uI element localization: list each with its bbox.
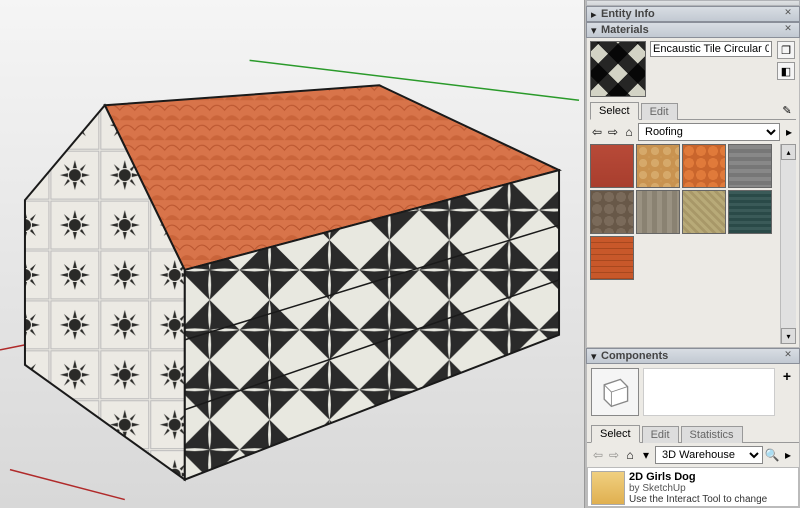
scroll-track[interactable] [781, 160, 796, 328]
sidebar: ▸ Entity Info ✕ ▾ Materials ✕ ❐ ◧ Sele [585, 0, 800, 508]
material-swatch[interactable] [636, 144, 680, 188]
current-material-swatch[interactable] [590, 41, 646, 97]
item-author: by SketchUp [629, 483, 767, 494]
material-swatch[interactable] [590, 190, 634, 234]
panel-header-partial [586, 0, 800, 6]
scrollbar[interactable]: ▴ ▾ [780, 144, 796, 344]
material-swatch[interactable] [728, 144, 772, 188]
scene-svg [0, 0, 584, 508]
material-swatch-grid [590, 144, 780, 344]
dropdown-icon[interactable]: ▾ [639, 448, 653, 462]
search-button[interactable]: 🔍 [765, 448, 779, 462]
scroll-down-button[interactable]: ▾ [781, 328, 796, 344]
close-icon[interactable]: ✕ [781, 349, 795, 363]
materials-body: ❐ ◧ Select Edit ✎ ⇦ ⇨ ⌂ Roofing ▸ [586, 38, 800, 348]
materials-title: Materials [601, 24, 781, 36]
material-swatch[interactable] [590, 144, 634, 188]
entity-info-header[interactable]: ▸ Entity Info ✕ [586, 6, 800, 22]
library-menu-button[interactable]: ▸ [781, 448, 795, 462]
material-swatch[interactable] [682, 190, 726, 234]
component-info [643, 368, 775, 416]
tab-statistics[interactable]: Statistics [681, 426, 743, 443]
scroll-up-button[interactable]: ▴ [781, 144, 796, 160]
components-title: Components [601, 350, 781, 362]
material-name-input[interactable] [650, 41, 772, 57]
viewport-3d[interactable] [0, 0, 585, 508]
eyedropper-button[interactable]: ✎ [778, 101, 796, 119]
nav-forward-button[interactable]: ⇨ [607, 448, 621, 462]
component-thumbnail[interactable] [591, 368, 639, 416]
entity-info-title: Entity Info [601, 8, 781, 20]
expand-icon: ▾ [591, 350, 601, 363]
item-name: 2D Girls Dog [629, 471, 767, 483]
tab-select[interactable]: Select [590, 102, 639, 120]
nav-back-button[interactable]: ⇦ [590, 125, 604, 139]
axis-red [10, 470, 125, 500]
app-root: ▸ Entity Info ✕ ▾ Materials ✕ ❐ ◧ Sele [0, 0, 800, 508]
material-swatch[interactable] [682, 144, 726, 188]
default-material-button[interactable]: ◧ [777, 62, 795, 80]
home-button[interactable]: ⌂ [622, 125, 636, 139]
create-material-button[interactable]: ❐ [777, 41, 795, 59]
expand-icon: ▾ [591, 24, 601, 37]
component-results: 2D Girls Dog by SketchUp Use the Interac… [587, 467, 799, 507]
nav-forward-button[interactable]: ⇨ [606, 125, 620, 139]
components-nav-row: ⇦ ⇨ ⌂ ▾ 3D Warehouse 🔍 ▸ [587, 443, 799, 467]
material-swatch[interactable] [728, 190, 772, 234]
collapse-icon: ▸ [591, 8, 601, 21]
components-tabs: Select Edit Statistics [587, 424, 799, 443]
materials-nav-row: ⇦ ⇨ ⌂ Roofing ▸ [590, 120, 796, 144]
materials-tabs: Select Edit ✎ [590, 101, 796, 120]
material-swatch[interactable] [590, 236, 634, 280]
materials-header[interactable]: ▾ Materials ✕ [586, 22, 800, 38]
material-library-select[interactable]: Roofing [638, 123, 780, 141]
tab-edit[interactable]: Edit [641, 103, 678, 120]
nav-back-button[interactable]: ⇦ [591, 448, 605, 462]
close-icon[interactable]: ✕ [781, 23, 795, 37]
material-swatch[interactable] [636, 190, 680, 234]
component-library-select[interactable]: 3D Warehouse [655, 446, 763, 464]
components-header[interactable]: ▾ Components ✕ [586, 348, 800, 364]
tab-select[interactable]: Select [591, 425, 640, 443]
add-component-button[interactable]: + [779, 368, 795, 416]
item-description: Use the Interact Tool to change [629, 494, 767, 505]
home-button[interactable]: ⌂ [623, 448, 637, 462]
close-icon[interactable]: ✕ [781, 7, 795, 21]
item-thumbnail [591, 471, 625, 505]
tab-edit[interactable]: Edit [642, 426, 679, 443]
components-body: + Select Edit Statistics ⇦ ⇨ ⌂ ▾ 3D Ware… [586, 364, 800, 508]
list-item[interactable]: 2D Girls Dog by SketchUp Use the Interac… [591, 471, 767, 503]
library-menu-button[interactable]: ▸ [782, 125, 796, 139]
